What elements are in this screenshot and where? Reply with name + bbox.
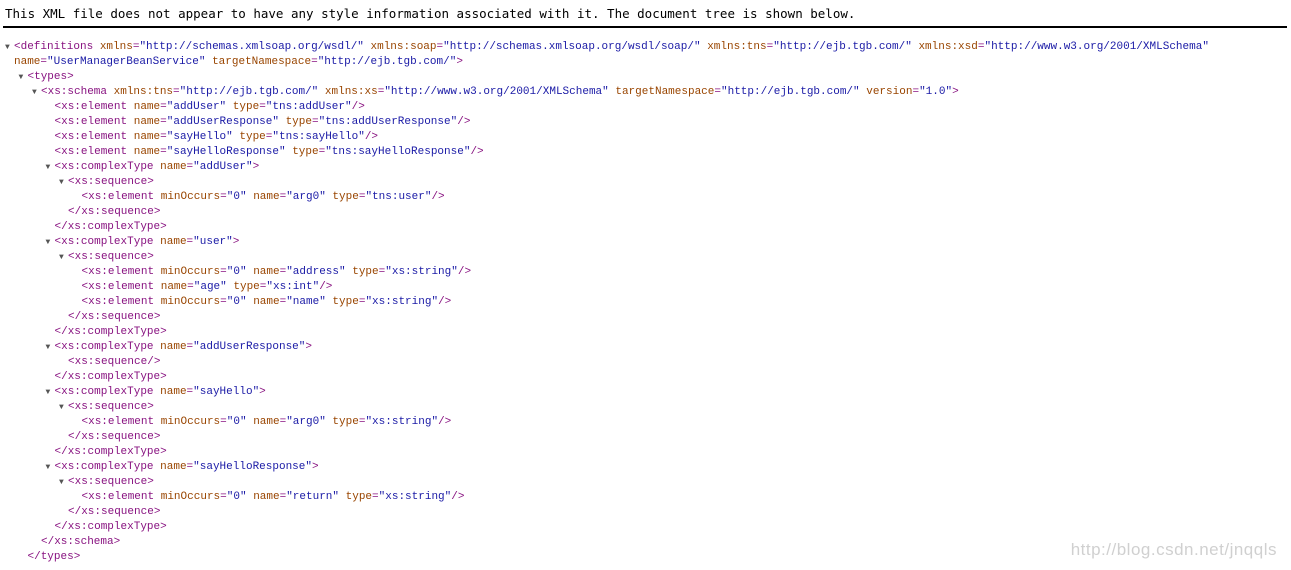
xml-line-text: </xs:complexType> bbox=[54, 521, 167, 533]
xml-line: </xs:complexType> bbox=[0, 220, 1291, 235]
collapse-toggle-icon[interactable]: ▼ bbox=[32, 85, 37, 100]
xml-line: <xs:element name="age" type="xs:int"/> bbox=[0, 280, 1291, 295]
xml-line: </xs:sequence> bbox=[0, 430, 1291, 445]
xml-line-text: <xs:sequence> bbox=[68, 476, 154, 488]
collapse-toggle-icon[interactable]: ▼ bbox=[46, 160, 51, 175]
xml-line: </xs:sequence> bbox=[0, 205, 1291, 220]
xml-line-text: <xs:complexType name="sayHelloResponse"> bbox=[54, 461, 319, 473]
xml-line: ▼ <xs:schema xmlns:tns="http://ejb.tgb.co… bbox=[0, 85, 1291, 100]
xml-line: ▼ <xs:sequence> bbox=[0, 400, 1291, 415]
watermark: http://blog.csdn.net/jnqqls bbox=[1070, 540, 1277, 559]
xml-line-text: <xs:sequence/> bbox=[68, 356, 161, 368]
xml-line-text: </xs:complexType> bbox=[54, 371, 167, 383]
xml-line-text: </xs:sequence> bbox=[68, 431, 161, 443]
xml-line-text: <xs:complexType name="addUserResponse"> bbox=[54, 341, 312, 353]
xml-line: ▼ <xs:complexType name="addUserResponse"> bbox=[0, 340, 1291, 355]
collapse-toggle-icon[interactable]: ▼ bbox=[59, 175, 64, 190]
xml-line-text: <xs:sequence> bbox=[68, 251, 154, 263]
xml-line-text: <xs:sequence> bbox=[68, 401, 154, 413]
collapse-toggle-icon[interactable]: ▼ bbox=[59, 475, 64, 490]
xml-line-text: </xs:sequence> bbox=[68, 311, 161, 323]
xml-line-text: <xs:complexType name="user"> bbox=[54, 236, 240, 248]
xml-line-text: <definitions xmlns="http://schemas.xmlso… bbox=[14, 41, 1209, 53]
xml-line-text: <xs:element minOccurs="0" name="address"… bbox=[81, 266, 472, 278]
xml-line: </xs:complexType> bbox=[0, 370, 1291, 385]
xml-line: ▼ <xs:complexType name="sayHello"> bbox=[0, 385, 1291, 400]
collapse-toggle-icon[interactable]: ▼ bbox=[46, 385, 51, 400]
xml-line: ▼ <xs:sequence> bbox=[0, 175, 1291, 190]
collapse-toggle-icon[interactable]: ▼ bbox=[46, 340, 51, 355]
xml-line: <xs:element minOccurs="0" name="name" ty… bbox=[0, 295, 1291, 310]
xml-line-text: </xs:complexType> bbox=[54, 221, 167, 233]
xml-line-text: <xs:complexType name="addUser"> bbox=[54, 161, 260, 173]
xml-line-text: <types> bbox=[27, 71, 74, 83]
collapse-toggle-icon[interactable]: ▼ bbox=[5, 40, 10, 55]
xml-line-text: <xs:element name="sayHelloResponse" type… bbox=[54, 146, 484, 158]
xml-line-text: </xs:schema> bbox=[41, 536, 121, 548]
xml-line-text: </types> bbox=[27, 551, 81, 563]
xml-line: <xs:element name="sayHelloResponse" type… bbox=[0, 145, 1291, 160]
xml-line: ▼ <xs:complexType name="sayHelloResponse"… bbox=[0, 460, 1291, 475]
xml-line-text: </xs:sequence> bbox=[68, 506, 161, 518]
xml-line-text: <xs:element minOccurs="0" name="arg0" ty… bbox=[81, 416, 452, 428]
xml-line: </xs:complexType> bbox=[0, 520, 1291, 535]
xml-line-text: <xs:schema xmlns:tns="http://ejb.tgb.com… bbox=[41, 86, 959, 98]
collapse-toggle-icon[interactable]: ▼ bbox=[46, 235, 51, 250]
xml-line-text: <xs:element name="addUserResponse" type=… bbox=[54, 116, 471, 128]
xml-line: </xs:sequence> bbox=[0, 505, 1291, 520]
xml-line-text: </xs:complexType> bbox=[54, 446, 167, 458]
no-style-info-banner: This XML file does not appear to have an… bbox=[5, 6, 856, 21]
xml-line: <xs:element name="addUserResponse" type=… bbox=[0, 115, 1291, 130]
xml-line: name="UserManagerBeanService" targetName… bbox=[0, 55, 1291, 70]
xml-line: ▼ <xs:complexType name="user"> bbox=[0, 235, 1291, 250]
xml-line: <xs:element name="sayHello" type="tns:sa… bbox=[0, 130, 1291, 145]
xml-line-text: name="UserManagerBeanService" targetName… bbox=[14, 56, 463, 68]
xml-line: <xs:element minOccurs="0" name="arg0" ty… bbox=[0, 190, 1291, 205]
xml-line-text: </xs:sequence> bbox=[68, 206, 161, 218]
xml-line-text: <xs:element name="sayHello" type="tns:sa… bbox=[54, 131, 379, 143]
collapse-toggle-icon[interactable]: ▼ bbox=[59, 400, 64, 415]
xml-line: </xs:complexType> bbox=[0, 445, 1291, 460]
xml-line: <xs:element minOccurs="0" name="return" … bbox=[0, 490, 1291, 505]
xml-line: ▼ <xs:sequence> bbox=[0, 475, 1291, 490]
collapse-toggle-icon[interactable]: ▼ bbox=[59, 250, 64, 265]
xml-document-tree: ▼ <definitions xmlns="http://schemas.xmls… bbox=[0, 28, 1291, 565]
xml-line: <xs:element name="addUser" type="tns:add… bbox=[0, 100, 1291, 115]
xml-line-text: <xs:complexType name="sayHello"> bbox=[54, 386, 266, 398]
xml-line-text: <xs:element name="age" type="xs:int"/> bbox=[81, 281, 333, 293]
xml-line: </xs:complexType> bbox=[0, 325, 1291, 340]
xml-line-text: </xs:complexType> bbox=[54, 326, 167, 338]
xml-line: <xs:element minOccurs="0" name="address"… bbox=[0, 265, 1291, 280]
xml-line: <xs:sequence/> bbox=[0, 355, 1291, 370]
xml-line: </xs:sequence> bbox=[0, 310, 1291, 325]
xml-line: ▼ <types> bbox=[0, 70, 1291, 85]
xml-line: <xs:element minOccurs="0" name="arg0" ty… bbox=[0, 415, 1291, 430]
xml-line: ▼ <definitions xmlns="http://schemas.xmls… bbox=[0, 40, 1291, 55]
xml-line-text: <xs:element minOccurs="0" name="return" … bbox=[81, 491, 465, 503]
collapse-toggle-icon[interactable]: ▼ bbox=[46, 460, 51, 475]
xml-line-text: <xs:element name="addUser" type="tns:add… bbox=[54, 101, 365, 113]
xml-line: ▼ <xs:sequence> bbox=[0, 250, 1291, 265]
xml-line-text: <xs:sequence> bbox=[68, 176, 154, 188]
collapse-toggle-icon[interactable]: ▼ bbox=[19, 70, 24, 85]
xml-line-text: <xs:element minOccurs="0" name="name" ty… bbox=[81, 296, 452, 308]
xml-line: ▼ <xs:complexType name="addUser"> bbox=[0, 160, 1291, 175]
xml-line-text: <xs:element minOccurs="0" name="arg0" ty… bbox=[81, 191, 445, 203]
